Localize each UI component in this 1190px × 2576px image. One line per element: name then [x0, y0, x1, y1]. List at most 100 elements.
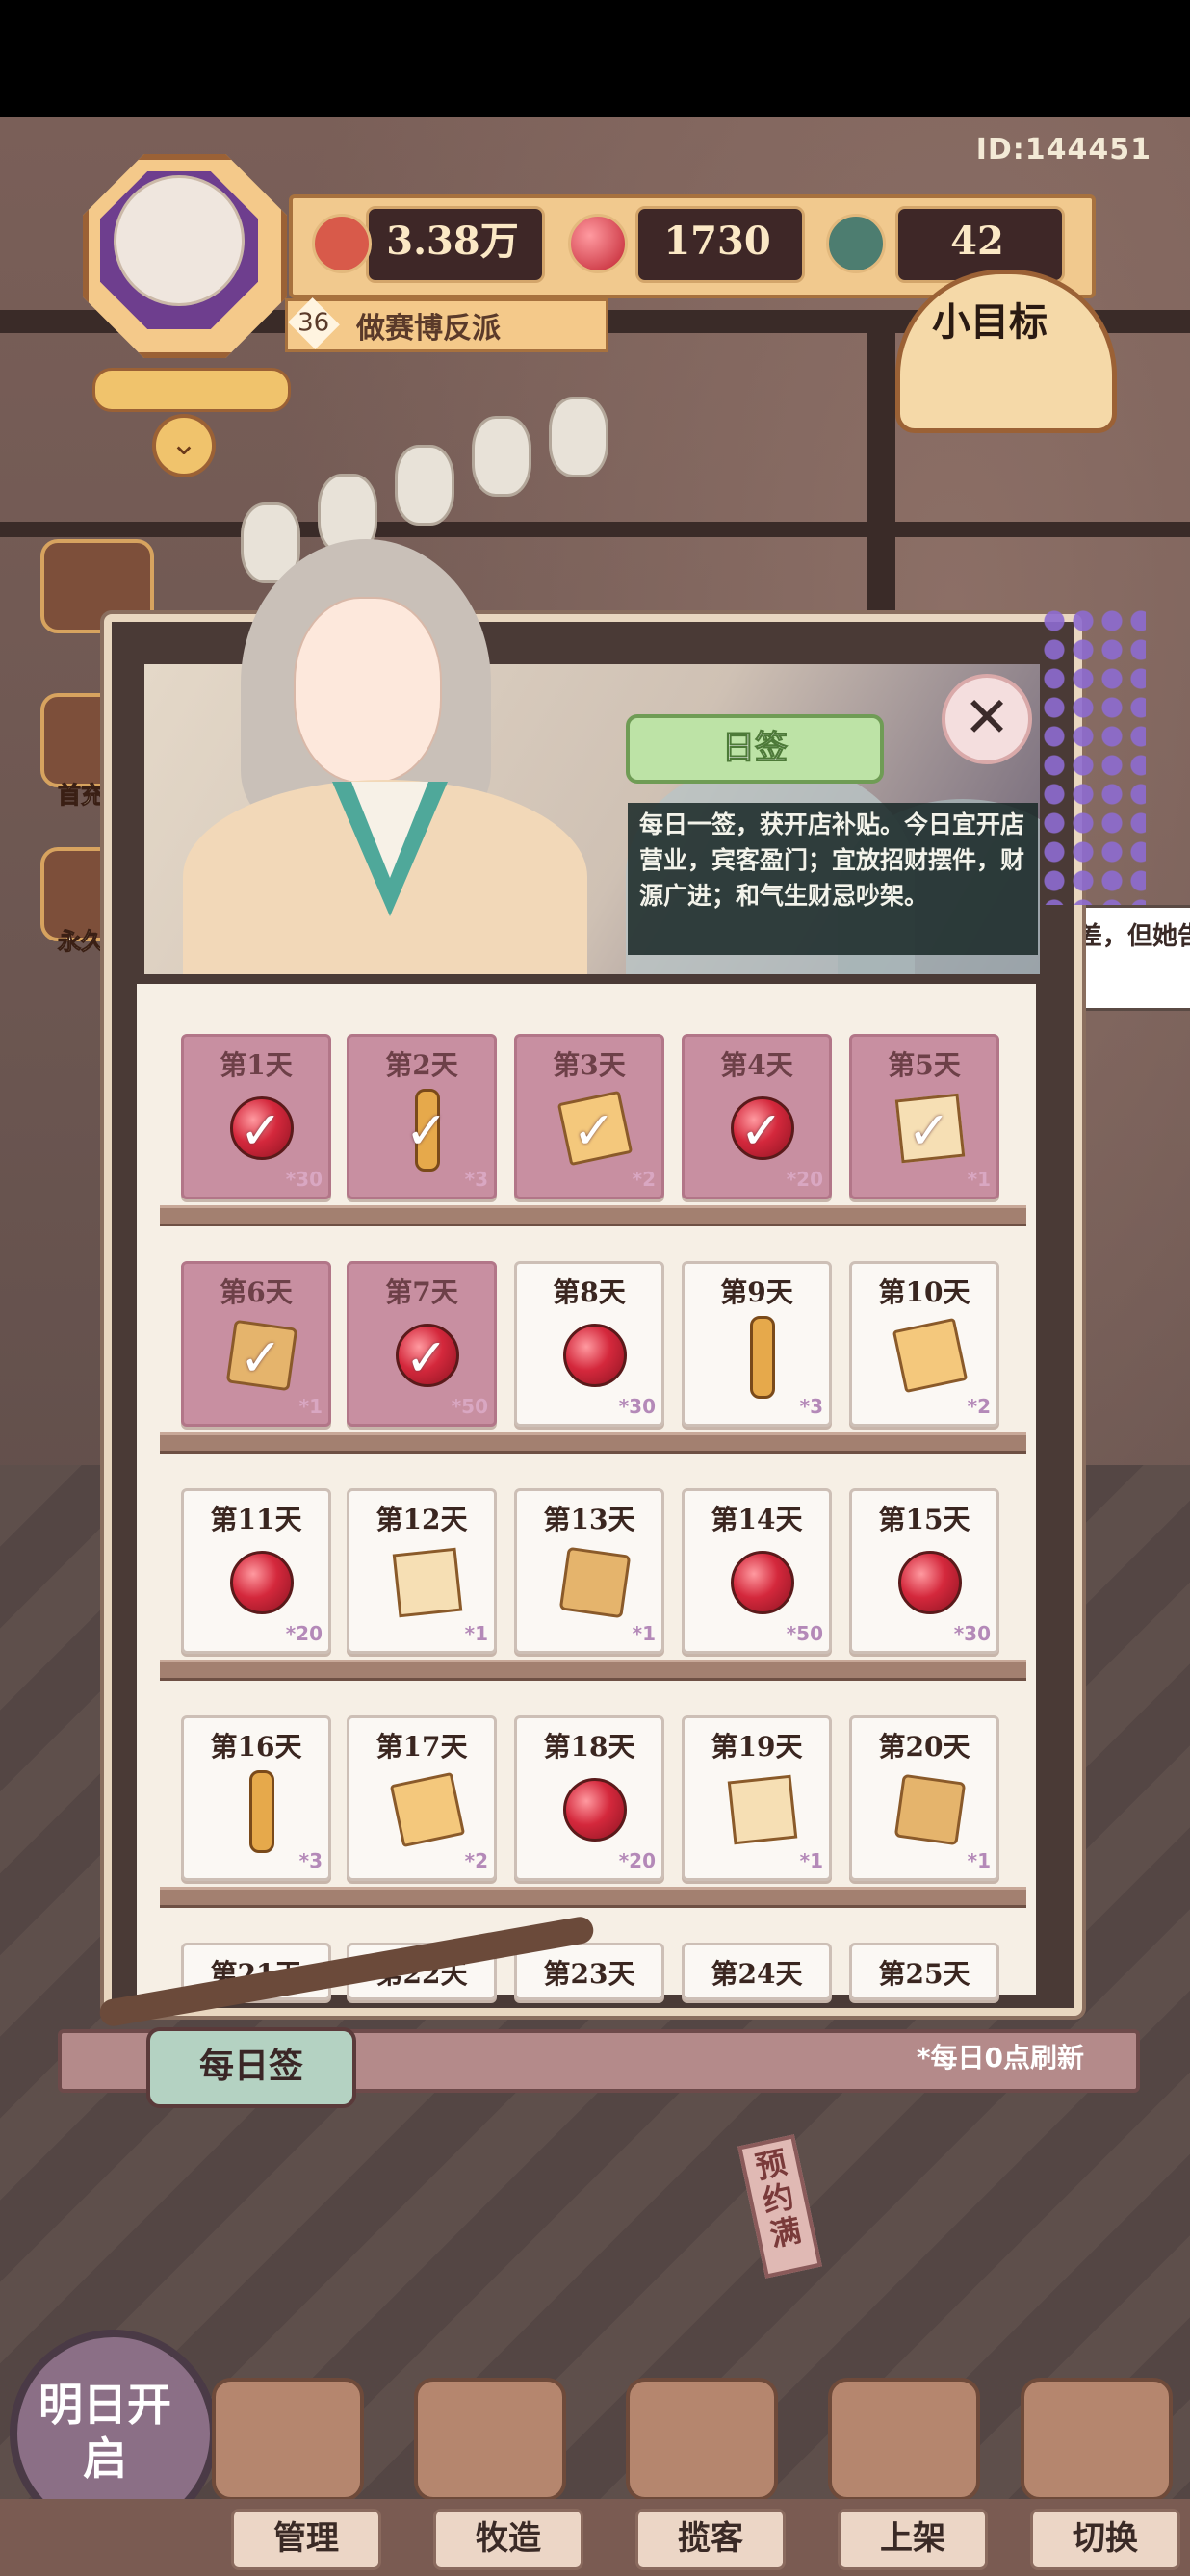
attract-icon[interactable] [626, 2378, 778, 2501]
jade-value: 42 [950, 219, 1004, 264]
day-label: 第19天 [711, 1731, 803, 1763]
bead-reward-icon [731, 1551, 794, 1614]
bead-reward-icon [563, 1324, 627, 1387]
nav-switch[interactable]: 切换 [1030, 2509, 1180, 2570]
pin-reward-icon [750, 1316, 775, 1399]
day-card[interactable]: 第10天 *2 [849, 1261, 999, 1427]
reward-quantity: *1 [967, 1168, 991, 1191]
day-label: 第24天 [711, 1958, 803, 1990]
close-icon[interactable]: ✕ [942, 674, 1032, 764]
pin-reward-icon [415, 1997, 440, 2000]
day-card[interactable]: 第25天 [849, 1943, 999, 2000]
day-label: 第18天 [543, 1731, 635, 1763]
day-card[interactable]: 第11天 *20 [181, 1488, 331, 1654]
red-bead-icon [568, 214, 628, 273]
reward-quantity: *2 [967, 1395, 991, 1418]
reward-quantity: *1 [799, 1849, 823, 1872]
day-label: 第1天 [220, 1049, 293, 1081]
reward-quantity: *1 [464, 1622, 488, 1645]
day-card[interactable]: 第1天 ✓ *30 [181, 1034, 331, 1199]
reward-quantity: *30 [953, 1622, 991, 1645]
tomorrow-open-label: 明日开启 [39, 2379, 171, 2485]
shelf-divider [160, 1887, 1026, 1908]
shelf-divider [160, 1205, 1026, 1226]
day-label: 第13天 [543, 1504, 635, 1535]
day-card[interactable]: 第12天 *1 [347, 1488, 497, 1654]
day-label: 第10天 [878, 1276, 970, 1308]
day-card[interactable]: 第14天 *50 [682, 1488, 832, 1654]
day-card[interactable]: 第17天 *2 [347, 1715, 497, 1881]
nav-craft[interactable]: 牧造 [433, 2509, 583, 2570]
robe-inner-collar [351, 782, 428, 878]
level-number: 36 [298, 309, 330, 338]
day-label: 第7天 [385, 1276, 458, 1308]
day-card[interactable]: 第19天 *1 [682, 1715, 832, 1881]
avatar[interactable] [114, 175, 245, 306]
day-label: 第9天 [720, 1276, 793, 1308]
day-card[interactable]: 第4天 ✓ *20 [682, 1034, 832, 1199]
reward-quantity: *2 [464, 1849, 488, 1872]
day-card[interactable]: 第5天 ✓ *1 [849, 1034, 999, 1199]
nav-manage[interactable]: 管理 [231, 2509, 381, 2570]
day-card[interactable]: 第9天 *3 [682, 1261, 832, 1427]
reward-quantity: *1 [298, 1395, 323, 1418]
day-card[interactable]: 第16天 *3 [181, 1715, 331, 1881]
day-label: 第3天 [553, 1049, 626, 1081]
day-label: 第15天 [878, 1504, 970, 1535]
note-reward-icon [892, 1317, 969, 1394]
speech-bubble: 差，但她告到明年了! [1069, 905, 1190, 1011]
day-label: 第4天 [720, 1049, 793, 1081]
bead-reward-icon [898, 1551, 962, 1614]
scroll-task-icon[interactable] [92, 368, 291, 412]
switch-icon[interactable] [1021, 2378, 1173, 2501]
day-card[interactable]: 第7天 ✓ *50 [347, 1261, 497, 1427]
reward-quantity: *1 [632, 1622, 656, 1645]
day-card[interactable]: 第3天 ✓ *2 [514, 1034, 664, 1199]
day-card[interactable]: 第18天 *20 [514, 1715, 664, 1881]
bead-reward-icon [563, 1778, 627, 1842]
reward-quantity: *2 [632, 1168, 656, 1191]
day-label: 第16天 [210, 1731, 302, 1763]
day-label: 第25天 [878, 1958, 970, 1990]
first-recharge-label: 首充 [58, 782, 105, 810]
day-card[interactable]: 第15天 *30 [849, 1488, 999, 1654]
tile-reward-icon [727, 1774, 798, 1845]
day-card[interactable]: 第13天 *1 [514, 1488, 664, 1654]
day-card[interactable]: 第2天 ✓ *3 [347, 1034, 497, 1199]
day-card[interactable]: 第6天 ✓ *1 [181, 1261, 331, 1427]
beads-value: 1730 [663, 219, 771, 264]
day-label: 第6天 [220, 1276, 293, 1308]
character-portrait [294, 597, 442, 784]
player-title: 做赛博反派 [356, 312, 501, 346]
craft-icon[interactable] [414, 2378, 566, 2501]
panel-title: 日签 [626, 714, 884, 784]
manage-icon[interactable] [212, 2378, 364, 2501]
day-label: 第12天 [375, 1504, 468, 1535]
reward-quantity: *1 [967, 1849, 991, 1872]
claimed-check-icon: ✓ [239, 1327, 283, 1388]
day-card[interactable]: 第8天 *30 [514, 1261, 664, 1427]
claimed-check-icon: ✓ [239, 1100, 283, 1161]
coins-value: 3.38万 [386, 219, 519, 264]
claimed-check-icon: ✓ [404, 1327, 449, 1388]
reward-quantity: *30 [285, 1168, 323, 1191]
bottom-nav [0, 2499, 1190, 2576]
claimed-check-icon: ✓ [572, 1100, 616, 1161]
goal-label: 小目标 [932, 299, 1048, 345]
day-card[interactable]: 第20天 *1 [849, 1715, 999, 1881]
tile-reward-icon [392, 1547, 463, 1618]
scroll-reward-icon [558, 1546, 632, 1619]
scroll-reward-icon [893, 1773, 967, 1846]
tab-daily-sign[interactable]: 每日签 [146, 2027, 356, 2108]
nav-shelve[interactable]: 上架 [838, 2509, 988, 2570]
note-reward-icon [389, 1771, 466, 1848]
day-label: 第23天 [543, 1958, 635, 1990]
wisteria-decoration [1040, 606, 1146, 905]
nav-attract[interactable]: 揽客 [635, 2509, 786, 2570]
day-card[interactable]: 第24天 [682, 1943, 832, 2000]
chevron-down-icon[interactable]: ⌄ [152, 414, 216, 477]
coin-pouch-icon [312, 214, 372, 273]
reward-quantity: *3 [799, 1395, 823, 1418]
reward-quantity: *50 [451, 1395, 488, 1418]
shelve-icon[interactable] [828, 2378, 980, 2501]
